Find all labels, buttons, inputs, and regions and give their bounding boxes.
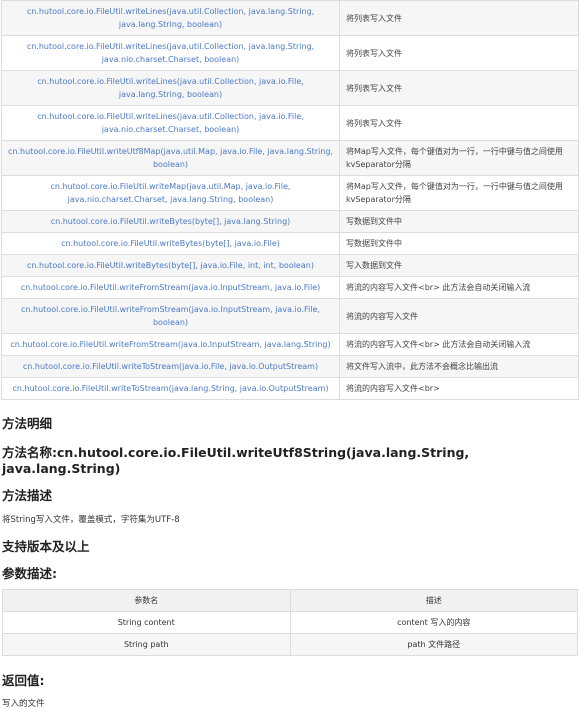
method-signature-link[interactable]: cn.hutool.core.io.FileUtil.writeFromStre…: [1, 333, 340, 356]
method-description: 将列表写入文件: [339, 0, 579, 36]
method-row: cn.hutool.core.io.FileUtil.writeToStream…: [1, 377, 579, 400]
method-signature-link[interactable]: cn.hutool.core.io.FileUtil.writeLines(ja…: [1, 0, 340, 36]
method-description: 将文件写入流中，此方法不会概念比输出流: [339, 355, 579, 378]
method-row: cn.hutool.core.io.FileUtil.writeFromStre…: [1, 298, 579, 334]
method-detail-heading: 方法明细: [2, 416, 53, 431]
methods-table: cn.hutool.core.io.FileUtil.writeLines(ja…: [1, 0, 579, 400]
method-description: 将流的内容写入文件<br>: [339, 377, 579, 400]
method-row: cn.hutool.core.io.FileUtil.writeLines(ja…: [1, 105, 579, 141]
supported-version-heading: 支持版本及以上: [2, 539, 90, 554]
params-row: String content content 写入的内容: [2, 611, 578, 634]
param-name: String content: [2, 611, 291, 634]
method-row: cn.hutool.core.io.FileUtil.writeBytes(by…: [1, 232, 579, 255]
method-signature-link[interactable]: cn.hutool.core.io.FileUtil.writeToStream…: [1, 355, 340, 378]
method-row: cn.hutool.core.io.FileUtil.writeFromStre…: [1, 276, 579, 299]
params-header-desc: 描述: [289, 589, 578, 612]
method-row: cn.hutool.core.io.FileUtil.writeBytes(by…: [1, 210, 579, 233]
return-heading: 返回值:: [2, 673, 45, 688]
method-signature-link[interactable]: cn.hutool.core.io.FileUtil.writeFromStre…: [1, 298, 340, 334]
method-signature-link[interactable]: cn.hutool.core.io.FileUtil.writeBytes(by…: [1, 210, 340, 233]
method-description: 将列表写入文件: [339, 70, 579, 106]
param-name: String path: [2, 633, 291, 656]
method-row: cn.hutool.core.io.FileUtil.writeLines(ja…: [1, 70, 579, 106]
method-description: 将流的内容写入文件<br> 此方法会自动关闭输入流: [339, 333, 579, 356]
param-desc: path 文件路径: [289, 633, 578, 656]
method-description: 将列表写入文件: [339, 35, 579, 71]
method-row: cn.hutool.core.io.FileUtil.writeMap(java…: [1, 175, 579, 211]
params-heading: 参数描述:: [2, 566, 57, 581]
method-description: 将Map写入文件，每个键值对为一行，一行中键与值之间使用kvSeparator分…: [339, 175, 579, 211]
method-description: 写数据到文件中: [339, 210, 579, 233]
return-text: 写入的文件: [2, 699, 45, 709]
method-description: 写入数据到文件: [339, 254, 579, 277]
method-row: cn.hutool.core.io.FileUtil.writeBytes(by…: [1, 254, 579, 277]
method-signature-link[interactable]: cn.hutool.core.io.FileUtil.writeMap(java…: [1, 175, 340, 211]
method-row: cn.hutool.core.io.FileUtil.writeLines(ja…: [1, 0, 579, 36]
method-signature-link[interactable]: cn.hutool.core.io.FileUtil.writeLines(ja…: [1, 35, 340, 71]
params-header-name: 参数名: [2, 589, 291, 612]
params-table: 参数名 描述 String content content 写入的内容 Stri…: [2, 589, 578, 656]
method-row: cn.hutool.core.io.FileUtil.writeLines(ja…: [1, 35, 579, 71]
method-signature-link[interactable]: cn.hutool.core.io.FileUtil.writeLines(ja…: [1, 105, 340, 141]
method-row: cn.hutool.core.io.FileUtil.writeToStream…: [1, 355, 579, 378]
method-description-heading: 方法描述: [2, 488, 53, 503]
method-description-text: 将String写入文件，覆盖模式，字符集为UTF-8: [2, 515, 180, 525]
method-row: cn.hutool.core.io.FileUtil.writeFromStre…: [1, 333, 579, 356]
method-name: 方法名称:cn.hutool.core.io.FileUtil.writeUtf…: [2, 445, 470, 476]
method-row: cn.hutool.core.io.FileUtil.writeUtf8Map(…: [1, 140, 579, 176]
method-signature-link[interactable]: cn.hutool.core.io.FileUtil.writeBytes(by…: [1, 254, 340, 277]
method-signature-link[interactable]: cn.hutool.core.io.FileUtil.writeLines(ja…: [1, 70, 340, 106]
method-description: 写数据到文件中: [339, 232, 579, 255]
params-row: String path path 文件路径: [2, 633, 578, 656]
method-description: 将Map写入文件，每个键值对为一行，一行中键与值之间使用kvSeparator分…: [339, 140, 579, 176]
params-header-row: 参数名 描述: [2, 589, 578, 612]
method-signature-link[interactable]: cn.hutool.core.io.FileUtil.writeUtf8Map(…: [1, 140, 340, 176]
method-signature-link[interactable]: cn.hutool.core.io.FileUtil.writeBytes(by…: [1, 232, 340, 255]
page: cn.hutool.core.io.FileUtil.writeLines(ja…: [0, 0, 581, 709]
method-description: 将流的内容写入文件: [339, 298, 579, 334]
method-description: 将流的内容写入文件<br> 此方法会自动关闭输入流: [339, 276, 579, 299]
method-signature-link[interactable]: cn.hutool.core.io.FileUtil.writeFromStre…: [1, 276, 340, 299]
param-desc: content 写入的内容: [289, 611, 578, 634]
methods-table-body: cn.hutool.core.io.FileUtil.writeLines(ja…: [1, 0, 579, 400]
method-signature-link[interactable]: cn.hutool.core.io.FileUtil.writeToStream…: [1, 377, 340, 400]
method-description: 将列表写入文件: [339, 105, 579, 141]
